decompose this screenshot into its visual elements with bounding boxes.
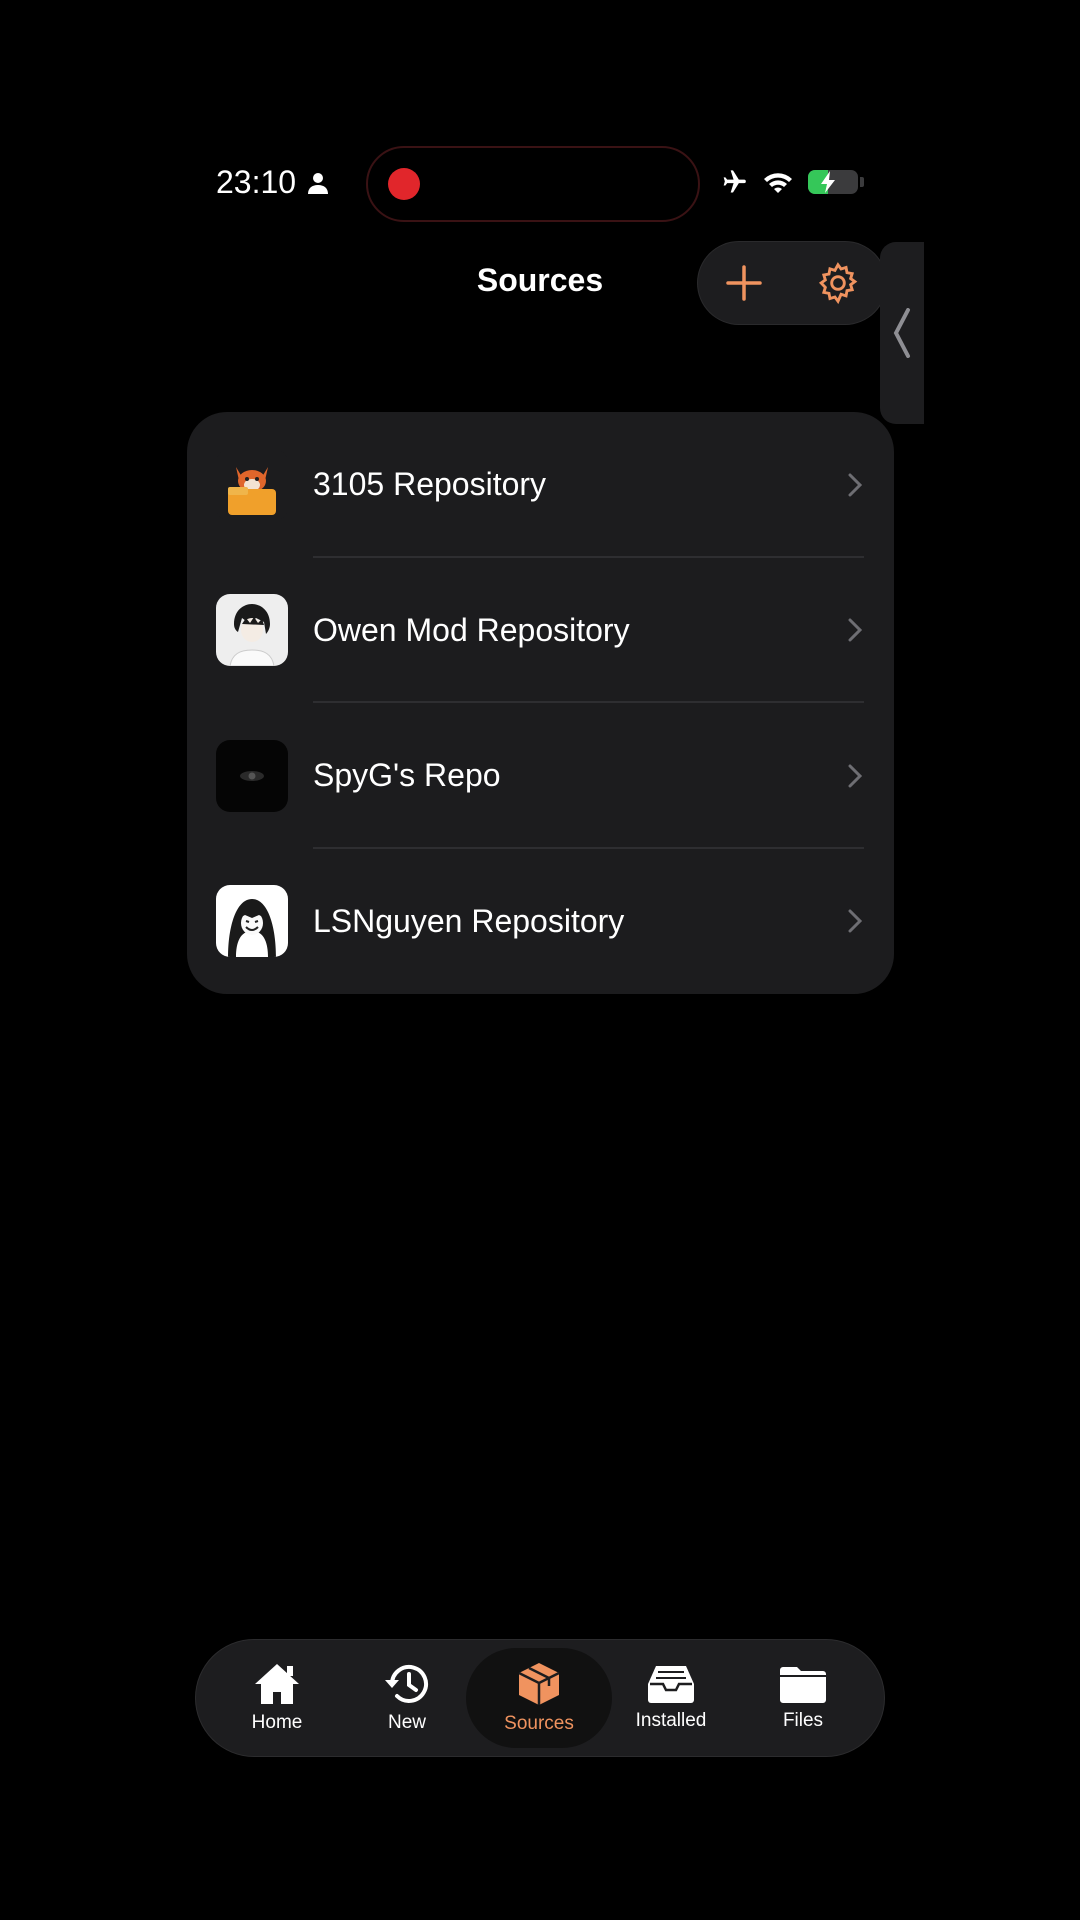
tab-bar: Home New Sources Installed Files [196, 1640, 884, 1756]
tab-label: Home [251, 1712, 303, 1733]
tab-label: Installed [635, 1710, 707, 1731]
person-icon [308, 172, 329, 194]
tab-files[interactable]: Files [738, 1640, 868, 1756]
source-avatar-eye-icon [216, 739, 288, 812]
dynamic-island [366, 146, 700, 222]
source-avatar-anime-girl-icon [216, 885, 288, 958]
header-actions [698, 242, 886, 324]
source-name: Owen Mod Repository [313, 611, 630, 648]
status-time-text: 23:10 [216, 164, 297, 200]
tab-new[interactable]: New [342, 1640, 472, 1756]
side-drawer-handle[interactable] [880, 242, 924, 424]
tab-sources[interactable]: Sources [466, 1640, 612, 1756]
battery-icon [808, 170, 858, 194]
source-row-3105[interactable]: 3105 Repository [187, 412, 894, 558]
source-row-owen[interactable]: Owen Mod Repository [187, 558, 894, 703]
source-row-spyg[interactable]: SpyG's Repo [187, 703, 894, 849]
chevron-right-icon [848, 909, 862, 933]
tab-label: Files [782, 1710, 824, 1731]
source-name: 3105 Repository [313, 466, 547, 503]
chevron-right-icon [848, 618, 862, 642]
sources-list: 3105 Repository Owen Mod Repository SpyG… [187, 412, 894, 994]
settings-gear-icon[interactable] [815, 260, 861, 306]
chevron-right-icon [848, 764, 862, 788]
tab-label: Sources [504, 1713, 574, 1734]
tray-icon [648, 1666, 694, 1703]
source-avatar-anime-boy-icon [216, 594, 288, 667]
folder-icon [780, 1667, 826, 1703]
add-source-button[interactable] [724, 263, 764, 303]
source-avatar-fox-icon [216, 448, 288, 521]
clock-history-icon [385, 1664, 428, 1703]
airplane-icon [723, 170, 746, 193]
recording-indicator-icon [388, 168, 420, 200]
source-name: SpyG's Repo [313, 757, 501, 794]
wifi-icon [764, 173, 792, 193]
tab-home[interactable]: Home [212, 1640, 342, 1756]
tab-installed[interactable]: Installed [606, 1640, 736, 1756]
chevron-left-icon [893, 308, 910, 358]
house-icon [255, 1664, 299, 1704]
status-icons [718, 168, 864, 196]
tab-label: New [387, 1712, 426, 1733]
status-time: 23:10 [216, 164, 330, 201]
source-name: LSNguyen Repository [313, 902, 625, 939]
package-icon [518, 1663, 560, 1705]
chevron-right-icon [848, 473, 862, 497]
source-row-lsnguyen[interactable]: LSNguyen Repository [187, 849, 894, 995]
